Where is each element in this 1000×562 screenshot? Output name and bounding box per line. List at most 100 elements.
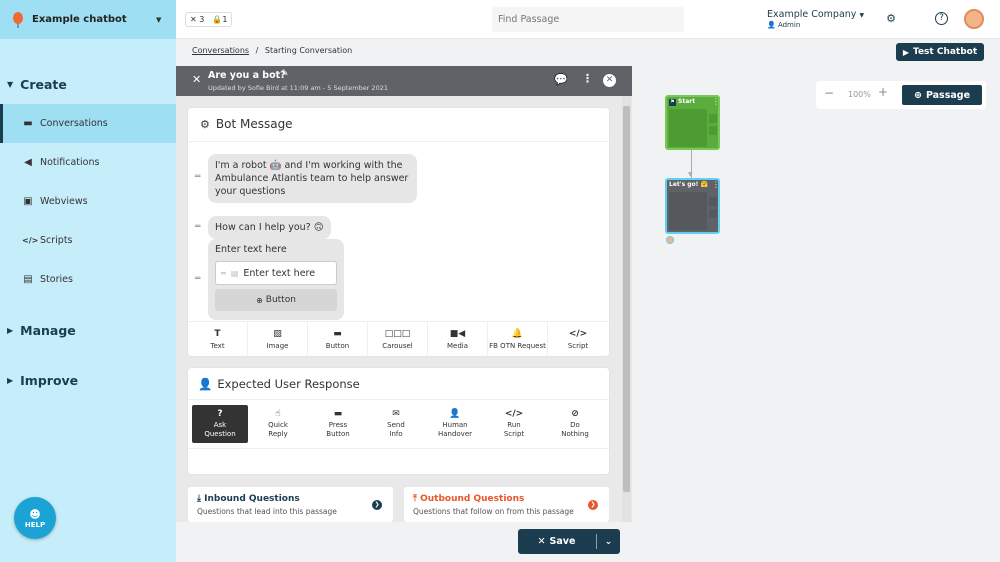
expected-response-title: Expected User Response <box>217 377 360 391</box>
sidebar-item-conversations[interactable]: ▬ Conversations <box>0 104 176 143</box>
tool-button[interactable]: ▬ Button <box>308 322 368 357</box>
response-run-script[interactable]: </> Run Script <box>486 405 542 443</box>
tool-fb-otn[interactable]: 🔔 FB OTN Request <box>488 322 548 357</box>
response-label: Do <box>570 420 580 429</box>
save-button[interactable]: ✕ Save <box>518 529 595 554</box>
inbound-icon: ⤓ <box>197 494 201 504</box>
response-label: Button <box>326 429 350 438</box>
sidebar-item-label: Stories <box>40 274 73 285</box>
tool-text[interactable]: T Text <box>188 322 248 357</box>
edit-icon[interactable]: ✎ <box>281 69 289 79</box>
code-icon: </> <box>504 408 524 419</box>
chatbot-selector[interactable]: Example chatbot ▼ <box>0 0 176 39</box>
bell-icon: 🔔 <box>511 329 524 339</box>
inbound-subtitle: Questions that lead into this passage <box>197 507 337 516</box>
passage-updated: Updated by Sofie Bird at 11:09 am - 5 Se… <box>208 84 388 92</box>
message-bubble[interactable]: I'm a robot 🤖 and I'm working with the A… <box>208 154 417 203</box>
tool-image[interactable]: ▨ Image <box>248 322 308 357</box>
node-title: Start <box>678 98 696 105</box>
response-ask-question[interactable]: ? Ask Question <box>192 405 248 443</box>
editor-scroll-thumb[interactable] <box>623 106 630 492</box>
response-quick-reply[interactable]: ☝ Quick Reply <box>250 405 306 443</box>
response-label: Ask <box>213 420 227 429</box>
inbound-questions-card[interactable]: ⤓ Inbound Questions Questions that lead … <box>188 487 393 522</box>
response-do-nothing[interactable]: ⊘ Do Nothing <box>547 405 603 443</box>
add-button-label: Button <box>265 295 296 305</box>
find-passage-input[interactable] <box>492 7 684 32</box>
response-label: Send <box>387 420 405 429</box>
drag-handle-icon: ═ <box>221 268 226 278</box>
play-icon: ▶ <box>902 47 909 57</box>
passage-node-lets-go[interactable]: Let's go! 🤗 ⋮ <box>665 178 720 234</box>
sidebar-item-stories[interactable]: ▤ Stories <box>0 260 176 299</box>
nav-group-create[interactable]: ▼ Create <box>7 77 67 92</box>
tool-script[interactable]: </> Script <box>548 322 608 357</box>
breadcrumb-separator: / <box>255 46 259 55</box>
tools-icon: ✕ <box>190 15 197 24</box>
tools-count: 3 <box>199 15 205 24</box>
more-vertical-icon[interactable]: ⋮ <box>712 97 720 106</box>
plus-circle-icon: ⊕ <box>913 89 922 101</box>
flag-icon: ⚑ <box>669 99 676 106</box>
passage-title[interactable]: Are you a bot? <box>208 70 286 81</box>
button-message-text[interactable]: Enter text here <box>215 244 287 255</box>
text-icon: T <box>214 329 221 339</box>
sidebar-item-webviews[interactable]: ▣ Webviews <box>0 182 176 221</box>
outbound-icon: ⤒ <box>413 494 417 504</box>
passage-counts[interactable]: ✕ 3 🔒1 <box>185 12 233 27</box>
add-button-button[interactable]: ⊕ Button <box>215 289 337 311</box>
chevron-down-icon: ▼ <box>156 15 162 24</box>
button-message-block: Enter text here ═ ▤ Enter text here ⊕ Bu… <box>208 239 344 320</box>
breadcrumb-conversations-link[interactable]: Conversations <box>192 46 249 55</box>
response-send-info[interactable]: ✉ Send Info <box>368 405 424 443</box>
sidebar-item-label: Webviews <box>40 196 88 207</box>
gear-icon[interactable]: ⚙ <box>884 12 898 26</box>
tool-label: Script <box>567 342 589 350</box>
sidebar-item-notifications[interactable]: ◀ Notifications <box>0 143 176 182</box>
comment-icon[interactable]: 💬 <box>554 73 568 86</box>
question-icon: ? <box>217 408 223 419</box>
company-selector[interactable]: Example Company ▼ 👤 Admin <box>767 9 864 29</box>
ban-icon: ⊘ <box>571 408 579 419</box>
tool-media[interactable]: ■◀ Media <box>428 322 488 357</box>
add-passage-label: Passage <box>925 89 971 101</box>
nav-group-manage[interactable]: ▶ Manage <box>7 323 76 338</box>
help-circle-icon[interactable]: ? <box>935 12 948 25</box>
bot-message-heading: ⚙ Bot Message <box>200 117 293 131</box>
sidebar-item-label: Scripts <box>40 235 73 246</box>
button-icon: ▬ <box>333 329 342 339</box>
help-button[interactable]: ☻ HELP <box>14 497 56 539</box>
zoom-out-icon[interactable]: − <box>824 86 834 100</box>
button-text-field[interactable]: ═ ▤ Enter text here <box>215 261 337 285</box>
nav-group-improve[interactable]: ▶ Improve <box>7 373 78 388</box>
drag-handle-icon[interactable]: ═ <box>195 274 200 284</box>
response-press-button[interactable]: ▬ Press Button <box>310 405 366 443</box>
outbound-questions-card[interactable]: ⤒ Outbound Questions Questions that foll… <box>404 487 609 522</box>
add-passage-button[interactable]: ⊕ Passage <box>902 85 982 105</box>
message-bubble[interactable]: How can I help you? 🙃 <box>208 216 331 239</box>
sidebar-item-scripts[interactable]: </> Scripts <box>0 221 176 260</box>
more-vertical-icon[interactable]: ⋮ <box>712 180 720 189</box>
tool-label: Carousel <box>382 342 413 350</box>
expected-response-card: 👤 Expected User Response ? Ask Question ☝ Q… <box>188 368 609 474</box>
chevron-right-icon[interactable]: ❯ <box>588 500 598 510</box>
close-icon[interactable]: ✕ <box>603 74 616 87</box>
caret-right-icon: ▶ <box>7 326 14 335</box>
tool-label: Text <box>210 342 225 350</box>
code-icon: </> <box>568 329 588 339</box>
response-human-handover[interactable]: 👤 Human Handover <box>427 405 483 443</box>
chevron-right-icon[interactable]: ❯ <box>372 500 382 510</box>
avatar[interactable] <box>964 9 984 29</box>
nav-group-label: Create <box>20 77 67 92</box>
tool-carousel[interactable]: □□□ Carousel <box>368 322 428 357</box>
test-chatbot-button[interactable]: ▶ Test Chatbot <box>896 43 984 61</box>
more-vertical-icon[interactable]: ⋮ <box>582 72 593 85</box>
passage-node-start[interactable]: ⚑ Start ⋮ <box>665 95 720 150</box>
save-options-button[interactable]: ⌄ <box>597 529 620 554</box>
outbound-subtitle: Questions that follow on from this passa… <box>413 507 574 516</box>
drag-handle-icon[interactable]: ═ <box>195 172 200 182</box>
test-chatbot-label: Test Chatbot <box>913 47 978 57</box>
response-label: Human <box>442 420 468 429</box>
drag-handle-icon[interactable]: ═ <box>195 222 200 232</box>
zoom-in-icon[interactable]: + <box>878 85 888 99</box>
